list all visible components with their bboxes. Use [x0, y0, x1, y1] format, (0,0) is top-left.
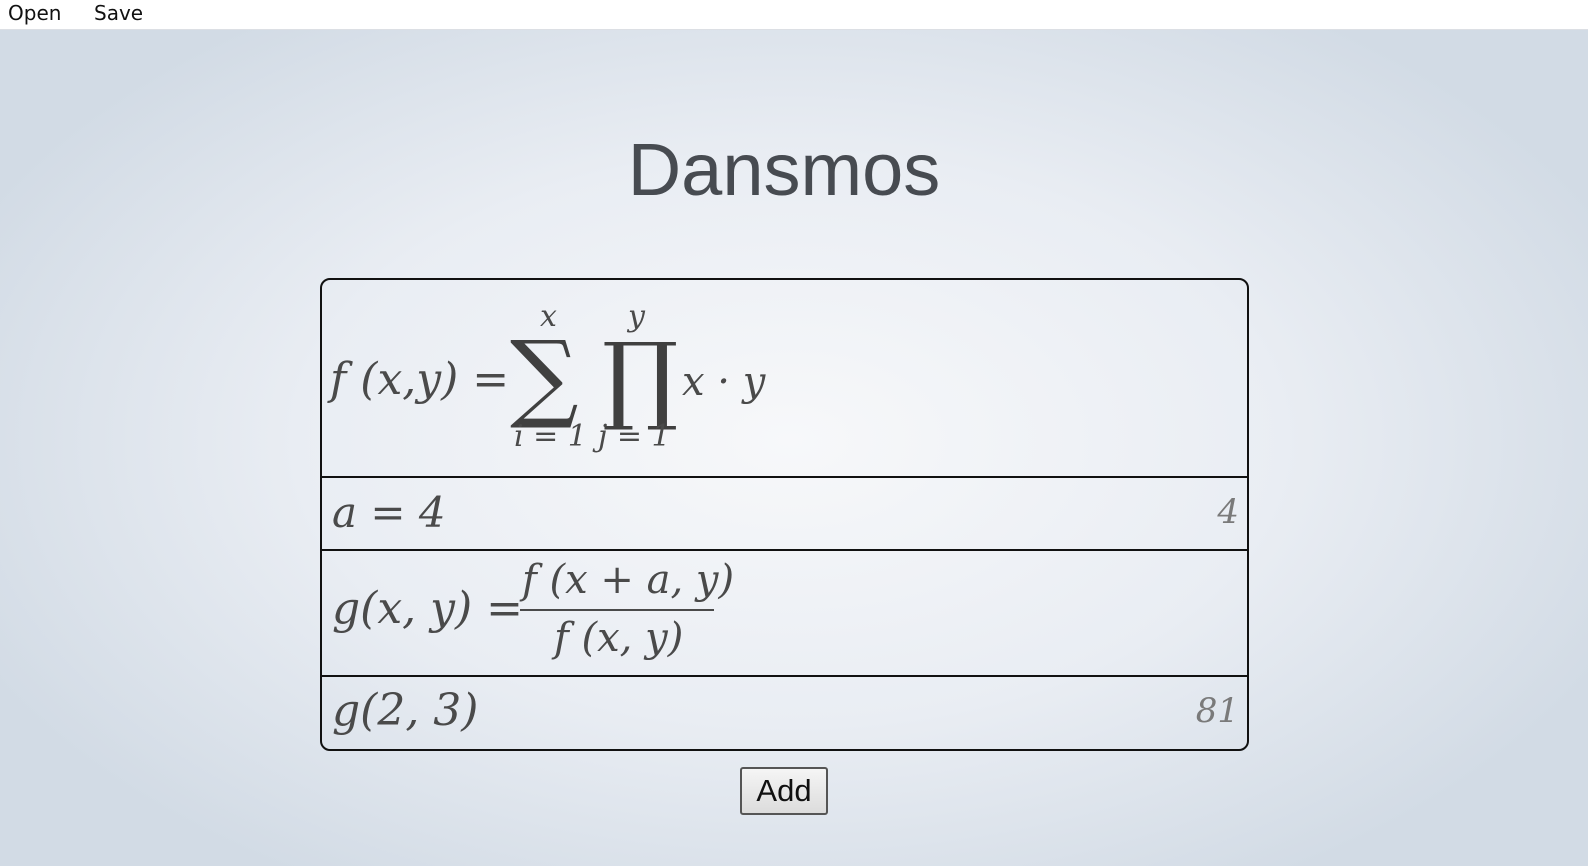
- menu-save[interactable]: Save: [94, 0, 143, 26]
- product-lower-limit: j = 1: [598, 419, 671, 454]
- fraction-bar: [520, 609, 714, 611]
- fraction-denominator: f (x, y): [554, 615, 684, 661]
- expression-4-result: 81: [1195, 691, 1239, 731]
- product-symbol: ∏: [602, 322, 679, 434]
- expression-row-4[interactable]: g(2, 3) 81: [322, 677, 1247, 749]
- app-title: Dansmos: [627, 128, 941, 211]
- add-button[interactable]: Add: [740, 767, 828, 815]
- menu-bar: Open Save: [0, 0, 1588, 30]
- expression-row-2[interactable]: a = 4 4: [322, 478, 1247, 551]
- expression-row-3[interactable]: g(x, y) = f (x + a, y) f (x, y): [322, 551, 1247, 677]
- expression-row-1[interactable]: f (x,y) = x ∑ i = 1 y ∏ j = 1 x · y: [322, 280, 1247, 478]
- expression-list: f (x,y) = x ∑ i = 1 y ∏ j = 1 x · y a = …: [320, 278, 1249, 751]
- expression-3-lhs: g(x, y) =: [332, 583, 523, 634]
- summation-symbol: ∑: [510, 320, 579, 432]
- expression-1-body: x · y: [682, 359, 766, 405]
- fraction-numerator: f (x + a, y): [522, 557, 735, 603]
- expression-2-text: a = 4: [332, 488, 446, 537]
- expression-2-result: 4: [1217, 492, 1239, 532]
- expression-4-text: g(2, 3): [332, 685, 479, 736]
- sum-lower-limit: i = 1: [514, 419, 587, 454]
- menu-open[interactable]: Open: [8, 0, 61, 26]
- expression-1-lhs: f (x,y) =: [330, 354, 510, 405]
